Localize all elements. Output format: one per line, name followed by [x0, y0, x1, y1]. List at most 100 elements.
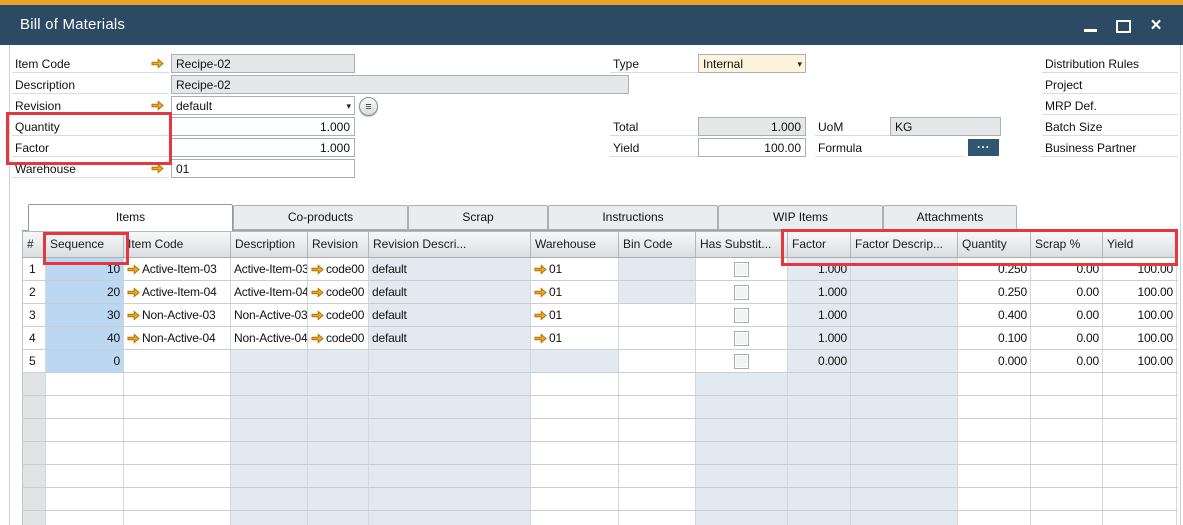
cell-warehouse[interactable]: [531, 465, 619, 487]
tab-items[interactable]: Items: [28, 204, 233, 231]
link-arrow-icon[interactable]: [534, 333, 547, 344]
cell-revision_desc[interactable]: [369, 419, 531, 441]
cell-quantity[interactable]: [958, 396, 1031, 418]
cell-item_code[interactable]: [124, 350, 231, 372]
cell-revision_desc[interactable]: default: [369, 304, 531, 326]
cell-scrap_pct[interactable]: [1031, 419, 1103, 441]
cell-revision[interactable]: [308, 373, 369, 395]
cell-factor[interactable]: [788, 442, 851, 464]
cell-description[interactable]: [231, 442, 308, 464]
cell-warehouse[interactable]: 01: [531, 258, 619, 280]
cell-item_code[interactable]: [124, 442, 231, 464]
cell-scrap_pct[interactable]: [1031, 442, 1103, 464]
column-header-revision_desc[interactable]: Revision Descri...: [369, 232, 531, 257]
cell-has_substitute[interactable]: [696, 350, 788, 372]
cell-has_substitute[interactable]: [696, 488, 788, 510]
cell-factor_desc[interactable]: [851, 373, 958, 395]
maximize-button[interactable]: [1114, 17, 1132, 35]
cell-yield[interactable]: 100.00: [1103, 281, 1177, 303]
cell-quantity[interactable]: 0.400: [958, 304, 1031, 326]
link-arrow-icon[interactable]: [534, 287, 547, 298]
cell-quantity[interactable]: [958, 373, 1031, 395]
cell-warehouse[interactable]: [531, 488, 619, 510]
cell-revision[interactable]: [308, 419, 369, 441]
has-substitute-checkbox[interactable]: [734, 285, 749, 300]
type-dropdown[interactable]: Internal ▾: [698, 54, 806, 73]
cell-description[interactable]: Non-Active-04: [231, 327, 308, 349]
cell-num[interactable]: 1: [23, 258, 46, 280]
column-header-factor[interactable]: Factor: [788, 232, 851, 257]
uom-field[interactable]: KG: [890, 117, 1001, 136]
cell-factor[interactable]: [788, 373, 851, 395]
description-field[interactable]: Recipe-02: [171, 75, 629, 94]
link-arrow-icon[interactable]: [127, 310, 140, 321]
link-arrow-icon[interactable]: [311, 264, 324, 275]
tab-attachments[interactable]: Attachments: [883, 205, 1017, 230]
cell-bin_code[interactable]: [619, 304, 696, 326]
cell-sequence[interactable]: [46, 419, 124, 441]
link-arrow-icon[interactable]: [311, 333, 324, 344]
cell-item_code[interactable]: Active-Item-04: [124, 281, 231, 303]
cell-has_substitute[interactable]: [696, 281, 788, 303]
cell-sequence[interactable]: 30: [46, 304, 124, 326]
cell-quantity[interactable]: 0.100: [958, 327, 1031, 349]
cell-has_substitute[interactable]: [696, 258, 788, 280]
link-arrow-icon[interactable]: [127, 287, 140, 298]
has-substitute-checkbox[interactable]: [734, 262, 749, 277]
close-button[interactable]: ×: [1147, 17, 1165, 35]
link-arrow-icon[interactable]: [151, 58, 164, 69]
cell-factor[interactable]: 0.000: [788, 350, 851, 372]
column-header-description[interactable]: Description: [231, 232, 308, 257]
cell-bin_code[interactable]: [619, 442, 696, 464]
column-header-scrap_pct[interactable]: Scrap %: [1031, 232, 1103, 257]
total-field[interactable]: 1.000: [698, 117, 806, 136]
cell-item_code[interactable]: Non-Active-04: [124, 327, 231, 349]
cell-quantity[interactable]: [958, 419, 1031, 441]
cell-factor_desc[interactable]: [851, 350, 958, 372]
cell-item_code[interactable]: [124, 511, 231, 525]
cell-yield[interactable]: 100.00: [1103, 258, 1177, 280]
cell-bin_code[interactable]: [619, 281, 696, 303]
cell-description[interactable]: [231, 396, 308, 418]
cell-factor_desc[interactable]: [851, 304, 958, 326]
cell-factor_desc[interactable]: [851, 419, 958, 441]
cell-quantity[interactable]: [958, 442, 1031, 464]
has-substitute-checkbox[interactable]: [734, 308, 749, 323]
cell-factor[interactable]: 1.000: [788, 258, 851, 280]
cell-num[interactable]: [23, 396, 46, 418]
cell-factor_desc[interactable]: [851, 511, 958, 525]
cell-revision[interactable]: [308, 465, 369, 487]
cell-revision_desc[interactable]: [369, 350, 531, 372]
cell-yield[interactable]: [1103, 419, 1177, 441]
cell-bin_code[interactable]: [619, 396, 696, 418]
column-header-bin_code[interactable]: Bin Code: [619, 232, 696, 257]
cell-has_substitute[interactable]: [696, 373, 788, 395]
titlebar[interactable]: Bill of Materials ×: [0, 5, 1183, 45]
cell-sequence[interactable]: [46, 396, 124, 418]
cell-quantity[interactable]: 0.000: [958, 350, 1031, 372]
has-substitute-checkbox[interactable]: [734, 331, 749, 346]
cell-revision[interactable]: code00: [308, 258, 369, 280]
link-arrow-icon[interactable]: [127, 333, 140, 344]
cell-yield[interactable]: [1103, 465, 1177, 487]
tab-instructions[interactable]: Instructions: [548, 205, 718, 230]
cell-scrap_pct[interactable]: 0.00: [1031, 281, 1103, 303]
cell-factor[interactable]: [788, 465, 851, 487]
cell-revision_desc[interactable]: default: [369, 281, 531, 303]
cell-scrap_pct[interactable]: [1031, 465, 1103, 487]
cell-item_code[interactable]: [124, 373, 231, 395]
formula-browse-button[interactable]: ...: [968, 139, 999, 156]
link-arrow-icon[interactable]: [311, 310, 324, 321]
revision-list-button[interactable]: ≡: [359, 97, 378, 116]
cell-bin_code[interactable]: [619, 327, 696, 349]
cell-scrap_pct[interactable]: [1031, 488, 1103, 510]
cell-warehouse[interactable]: [531, 511, 619, 525]
cell-revision_desc[interactable]: [369, 396, 531, 418]
cell-num[interactable]: [23, 373, 46, 395]
cell-num[interactable]: 2: [23, 281, 46, 303]
cell-yield[interactable]: [1103, 373, 1177, 395]
cell-revision_desc[interactable]: [369, 373, 531, 395]
yield-field[interactable]: 100.00: [698, 138, 806, 157]
cell-factor[interactable]: [788, 396, 851, 418]
link-arrow-icon[interactable]: [534, 310, 547, 321]
